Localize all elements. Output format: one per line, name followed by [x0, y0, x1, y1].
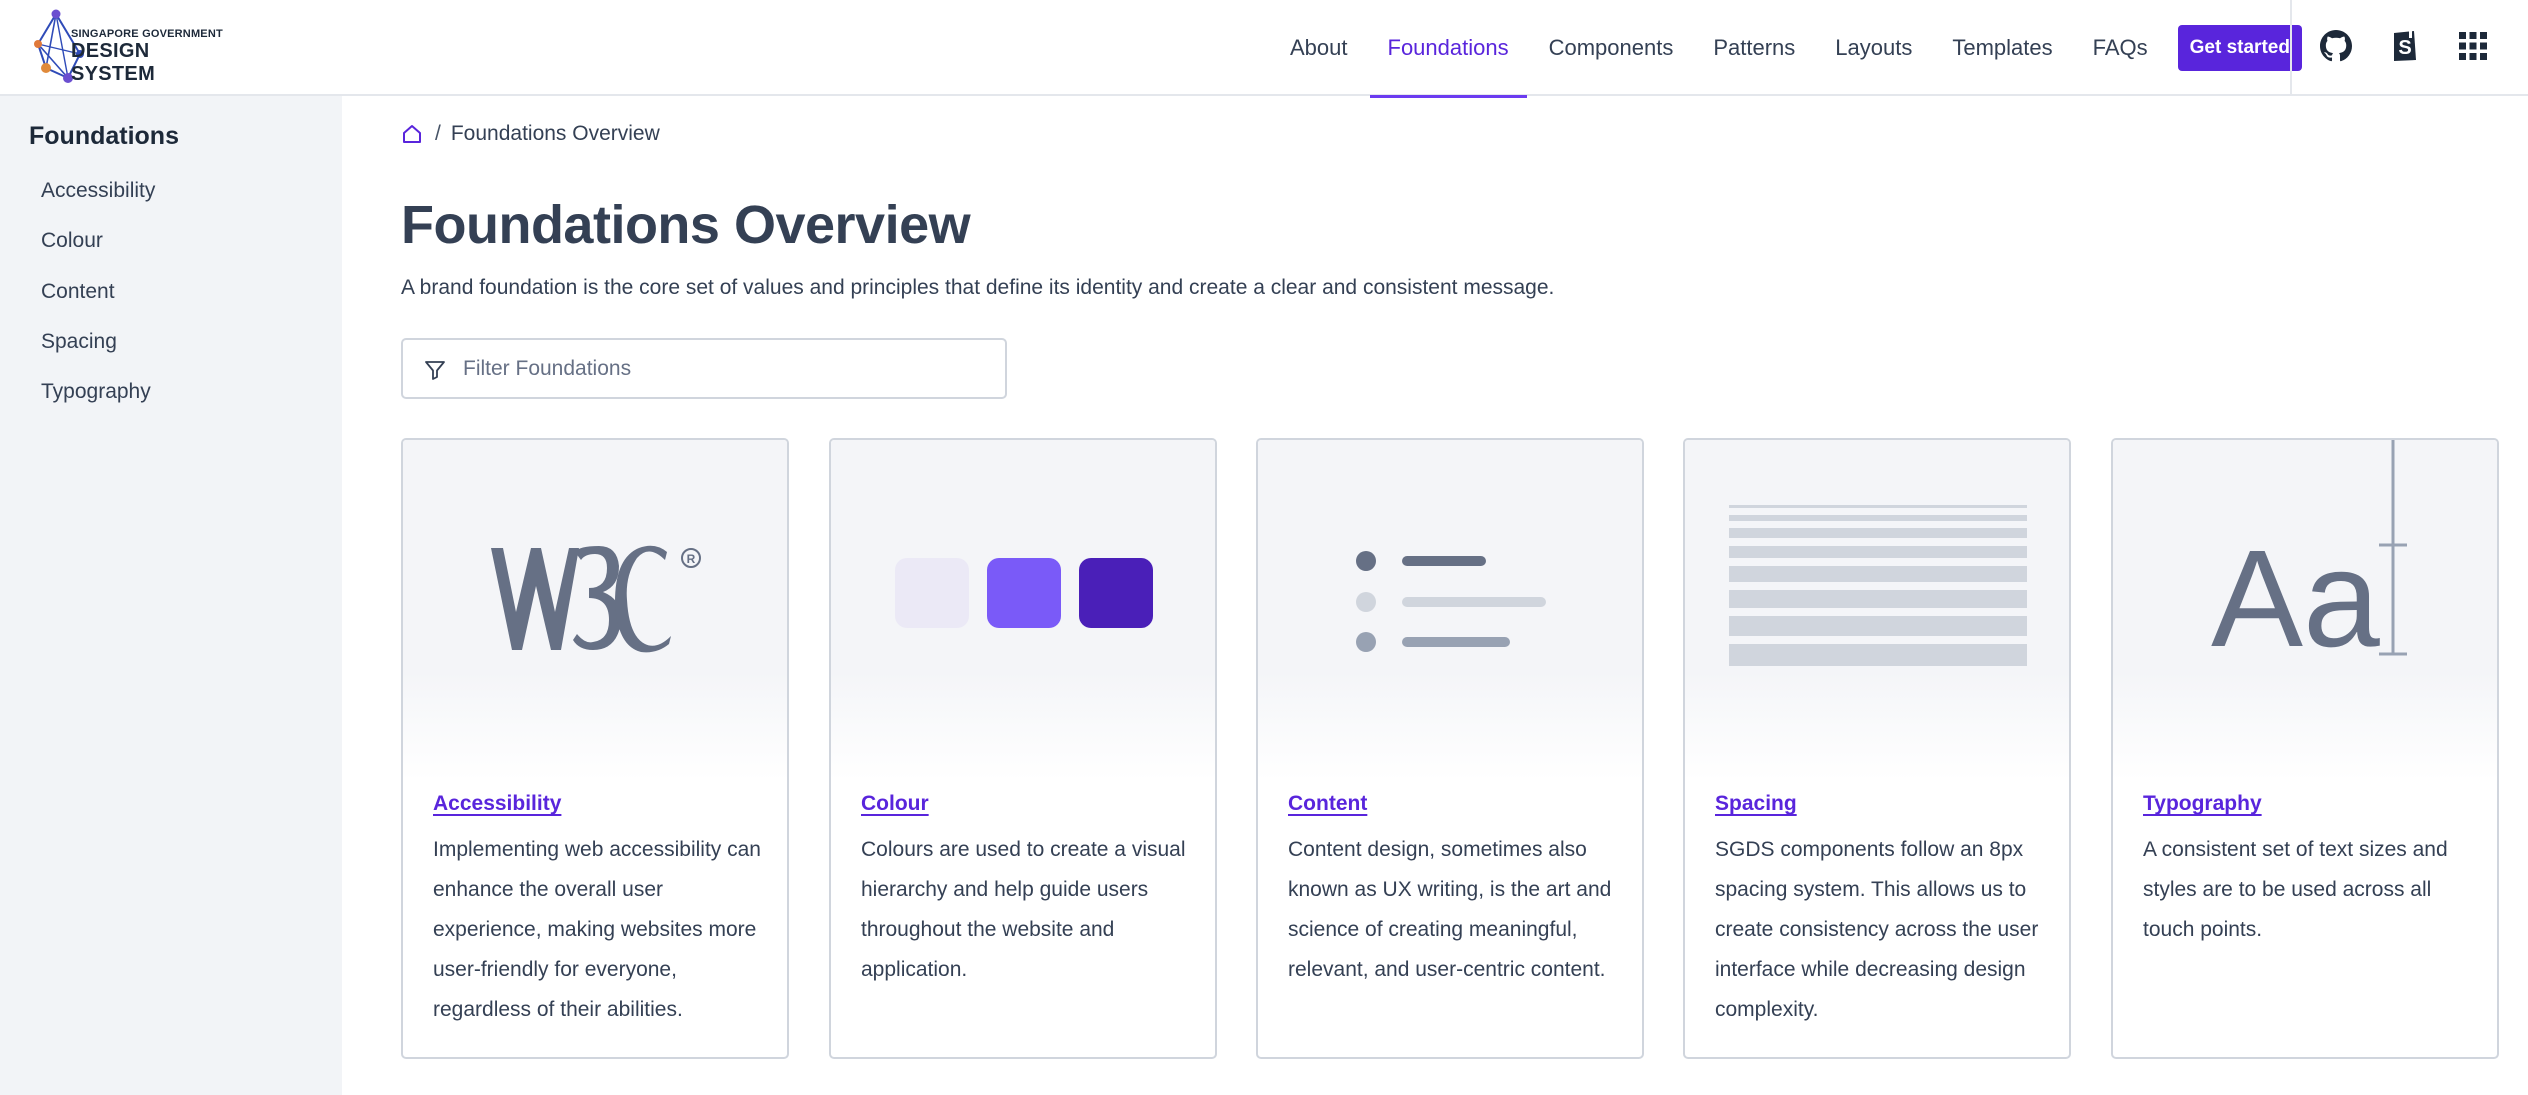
text-cursor-icon — [2379, 440, 2407, 656]
github-icon[interactable] — [2316, 26, 2356, 66]
filter-field[interactable] — [401, 338, 1007, 399]
get-started-button[interactable]: Get started — [2177, 25, 2302, 71]
card-typography[interactable]: Aa Typography A consistent set of text s… — [2111, 438, 2499, 1059]
svg-text:R: R — [687, 552, 696, 566]
w3c-logo-icon: R — [491, 545, 701, 653]
nav-patterns[interactable]: Patterns — [1693, 0, 1815, 96]
sidebar-item-colour[interactable]: Colour — [41, 229, 103, 253]
nav-about[interactable]: About — [1270, 0, 1368, 96]
card-visual: Aa — [2113, 440, 2497, 780]
card-description-spacing: SGDS components follow an 8px spacing sy… — [1715, 838, 2039, 1021]
filter-input[interactable] — [463, 350, 983, 388]
nav-components[interactable]: Components — [1529, 0, 1694, 96]
page-title: Foundations Overview — [401, 195, 971, 255]
sidebar-item-typography[interactable]: Typography — [41, 380, 151, 404]
card-title-accessibility[interactable]: Accessibility — [433, 792, 561, 816]
swatch-dark — [1079, 558, 1153, 628]
card-title-spacing[interactable]: Spacing — [1715, 792, 1797, 816]
swatch-mid — [987, 558, 1061, 628]
breadcrumb-separator: / — [435, 122, 441, 145]
card-visual: R — [403, 440, 787, 780]
spacing-bars-icon — [1729, 505, 2027, 666]
card-title-content[interactable]: Content — [1288, 792, 1367, 816]
swatch-light — [895, 558, 969, 628]
main-nav: About Foundations Components Patterns La… — [1270, 0, 2302, 98]
filter-icon — [425, 361, 445, 380]
breadcrumb: / Foundations Overview — [401, 122, 660, 146]
sidebar-item-content[interactable]: Content — [41, 280, 115, 304]
top-navbar: SINGAPORE GOVERNMENT DESIGN SYSTEM About… — [0, 0, 2528, 98]
sidebar-item-accessibility[interactable]: Accessibility — [41, 179, 155, 203]
card-visual — [1685, 440, 2069, 780]
card-spacing[interactable]: Spacing SGDS components follow an 8px sp… — [1683, 438, 2071, 1059]
card-title-typography[interactable]: Typography — [2143, 792, 2262, 816]
nav-layouts[interactable]: Layouts — [1815, 0, 1932, 96]
apps-grid-icon[interactable] — [2453, 26, 2493, 66]
sidebar-item-spacing[interactable]: Spacing — [41, 330, 117, 354]
nav-faqs[interactable]: FAQs — [2073, 0, 2168, 96]
card-title-colour[interactable]: Colour — [861, 792, 929, 816]
breadcrumb-current: Foundations Overview — [450, 122, 660, 145]
sidebar: Foundations Accessibility Colour Content… — [0, 96, 342, 1095]
card-visual — [1258, 440, 1642, 780]
card-description-content: Content design, sometimes also known as … — [1288, 838, 1612, 981]
logo-line-1: SINGAPORE GOVERNMENT — [71, 28, 223, 40]
card-description-typography: A consistent set of text sizes and style… — [2143, 838, 2448, 941]
nav-foundations[interactable]: Foundations — [1368, 0, 1529, 98]
svg-text:S: S — [2398, 37, 2411, 59]
sgds-logo[interactable]: SINGAPORE GOVERNMENT DESIGN SYSTEM — [34, 8, 224, 88]
card-colour[interactable]: Colour Colours are used to create a visu… — [829, 438, 1217, 1059]
card-description-colour: Colours are used to create a visual hier… — [861, 838, 1186, 981]
colour-swatches-icon — [895, 558, 1153, 628]
page-description: A brand foundation is the core set of va… — [401, 276, 1555, 299]
storybook-icon[interactable]: S — [2385, 26, 2425, 66]
card-content[interactable]: Content Content design, sometimes also k… — [1256, 438, 1644, 1059]
content-list-icon — [1356, 551, 1546, 652]
card-visual — [831, 440, 1215, 780]
sidebar-title[interactable]: Foundations — [29, 122, 179, 151]
card-accessibility[interactable]: R Accessibility Implementing web accessi… — [401, 438, 789, 1059]
card-description-accessibility: Implementing web accessibility can enhan… — [433, 838, 761, 1021]
logo-line-2: DESIGN SYSTEM — [71, 40, 156, 85]
home-icon[interactable] — [401, 123, 423, 145]
nav-templates[interactable]: Templates — [1932, 0, 2072, 96]
nav-divider — [2290, 0, 2292, 96]
